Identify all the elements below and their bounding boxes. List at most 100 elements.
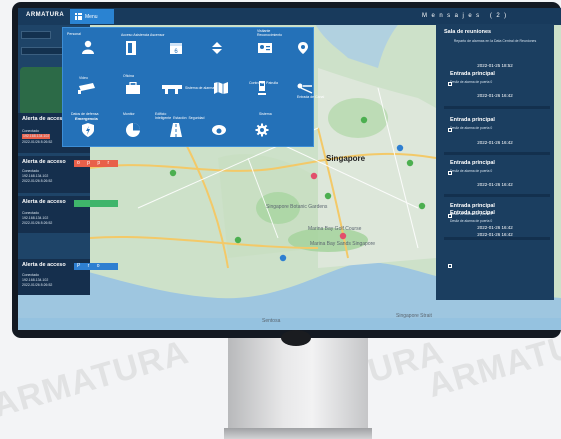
- monitor-base: [224, 428, 372, 439]
- menu-tile-label: Entrada de Canal: [297, 95, 325, 99]
- menu-tile-alarma[interactable]: Sistema de alarma: [155, 70, 214, 106]
- messages-counter[interactable]: Mensajes (2): [422, 13, 511, 19]
- menu-tile-label: Edificio Inteligente Estación Seguridad: [155, 112, 205, 120]
- alert-bar: [74, 200, 118, 207]
- menu-tile-video[interactable]: Video: [67, 70, 107, 106]
- menu-tile-sistema[interactable]: [241, 114, 281, 150]
- calendar-icon: 6: [170, 43, 182, 55]
- panel-subtitle: Reparto de alarmas en la Data Central de…: [453, 39, 537, 43]
- menu-tile-personal[interactable]: Personal: [67, 32, 107, 68]
- menu-tile-mapa-plano[interactable]: [199, 70, 239, 106]
- menu-tile-asistencia[interactable]: 6: [155, 32, 195, 68]
- panel-time: 2022-01-25 18:52: [477, 63, 513, 68]
- divider: [444, 237, 550, 240]
- panel-title: Sala de reuniones: [444, 29, 492, 35]
- entry-icon: [448, 128, 452, 132]
- alert-status: Conectado: [22, 129, 39, 133]
- menu-tile-label: Visitante Reconocimiento: [257, 29, 283, 37]
- menu-tile-edificio[interactable]: Edificio Inteligente Estación Seguridad: [155, 112, 204, 150]
- entry-subtitle: Desliz de alarma de puerta 0: [450, 80, 493, 84]
- door-icon: [126, 41, 136, 55]
- stand-cable-hole: [281, 330, 311, 346]
- menu-tile-acceso[interactable]: Acceso Asistencia Ascensor: [111, 32, 165, 68]
- entry-icon: [448, 264, 452, 268]
- divider: [444, 194, 550, 197]
- map-label: Singapore Strait: [396, 313, 432, 319]
- alert-title: Alerta de acceso: [22, 262, 66, 268]
- main-menu-panel: Personal Acceso Asistencia Ascensor 6 Vi…: [62, 27, 324, 150]
- product-photo: { "watermark": "ARMATURA", "topbar": { "…: [0, 0, 561, 439]
- entry-subtitle: Desliz de alarma de puerta 0: [450, 126, 493, 130]
- menu-tile-label: Control de Patrulla: [249, 81, 278, 85]
- entry-title: Entrada principal: [450, 117, 495, 123]
- map-label: Singapore Botanic Gardens: [266, 204, 328, 210]
- menu-button[interactable]: Menu: [70, 9, 114, 24]
- menu-tile-monitor[interactable]: [111, 114, 151, 150]
- entry-icon: [448, 82, 452, 86]
- divider: [444, 152, 550, 155]
- alert-title: Alerta de acceso: [22, 159, 66, 165]
- menu-tile-label: Personal: [67, 32, 81, 36]
- gear-icon: [255, 123, 269, 137]
- person-icon: [82, 40, 94, 54]
- ptz-camera-icon: [212, 125, 226, 135]
- menu-tile-label: Oficina: [123, 74, 134, 78]
- alert-bar: P r o: [74, 263, 118, 270]
- briefcase-icon: [126, 82, 140, 94]
- monitor-stand: [228, 338, 368, 428]
- alarm-panel: Sala de reuniones Reparto de alarmas en …: [436, 24, 554, 300]
- entry-time: 2022-01-26 16:42: [477, 232, 513, 237]
- entry-title: Entrada principal: [450, 160, 495, 166]
- alert-time: 2022-01/26 8:26:52: [22, 283, 53, 287]
- elevator-icon: [212, 42, 222, 54]
- menu-tile-canal[interactable]: Entrada de Canal: [285, 70, 325, 106]
- location-pin-icon: [298, 42, 308, 54]
- grid-menu-icon: [75, 13, 82, 20]
- top-bar: ARMATURA Menu Mensajes (2): [18, 8, 561, 25]
- map-label: Marina Bay Golf Course: [308, 226, 362, 232]
- alert-card[interactable]: Alerta de acceso Conectado 192.168.134.1…: [18, 196, 118, 233]
- menu-tile-visitante[interactable]: Visitante Reconocimiento: [243, 29, 283, 68]
- alert-status: Conectado: [22, 211, 39, 215]
- pie-chart-icon: [126, 123, 140, 137]
- menu-tile-mapa[interactable]: [285, 32, 325, 68]
- map-city-label: Singapore: [326, 154, 366, 163]
- alert-ip: 192.168.134.102: [22, 216, 49, 220]
- emergency-icon: [82, 123, 94, 137]
- menu-tile-oficina[interactable]: Oficina: [111, 70, 151, 106]
- alert-title: Alerta de acceso: [22, 199, 66, 205]
- entry-icon: [448, 171, 452, 175]
- alert-time: 2022-01/26 8:26:52: [22, 179, 53, 183]
- menu-tile-emergencia[interactable]: Emergencia: [67, 114, 107, 150]
- entry-subtitle: Desliz de alarma de puerta 0: [450, 169, 493, 173]
- alert-status: Conectado: [22, 169, 39, 173]
- map-label: Marina Bay Sands Singapore: [310, 241, 376, 247]
- road-icon: [170, 123, 182, 137]
- alert-status: Conectado: [22, 273, 39, 277]
- menu-tile-ascensor[interactable]: [199, 32, 239, 68]
- alert-title: Alerta de acceso: [22, 116, 66, 122]
- turnstile-icon: [297, 83, 313, 94]
- entry-subtitle: Desliz de alarma de puerta 0: [450, 219, 493, 223]
- monitor-screen: Singapore Marina Bay Golf Course Marina …: [18, 8, 561, 330]
- alert-card[interactable]: Alerta de acceso P r o Conectado 192.168…: [18, 259, 118, 295]
- entry-title: Entrada principal: [450, 71, 495, 77]
- menu-tile-label: Emergencia: [75, 116, 98, 121]
- parking-barrier-icon: [162, 85, 182, 94]
- entry-time: 2022-01-26 16:42: [477, 182, 513, 187]
- alert-bar: o p p r: [74, 160, 118, 167]
- alert-card[interactable]: Alerta de acceso o p p r Conectado 192.1…: [18, 156, 118, 193]
- map-folded-icon: [214, 82, 228, 94]
- alert-ip: 192.168.134.102: [22, 278, 49, 282]
- menu-tile-patrulla[interactable]: Control de Patrulla: [241, 70, 281, 106]
- sidebar-select[interactable]: [21, 31, 51, 39]
- menu-button-label: Menu: [85, 13, 98, 20]
- menu-tile-ptz[interactable]: [199, 114, 239, 150]
- alert-ip: 192.168.134.102: [22, 134, 51, 139]
- entry-time: 2022-01-26 16:42: [477, 140, 513, 145]
- cctv-camera-icon: [78, 83, 95, 94]
- entry-time: 2022-01-26 16:42: [477, 225, 513, 230]
- visitor-card-icon: [258, 43, 272, 53]
- alert-ip: 192.168.134.102: [22, 174, 49, 178]
- watermark: ARMATURA: [0, 332, 194, 426]
